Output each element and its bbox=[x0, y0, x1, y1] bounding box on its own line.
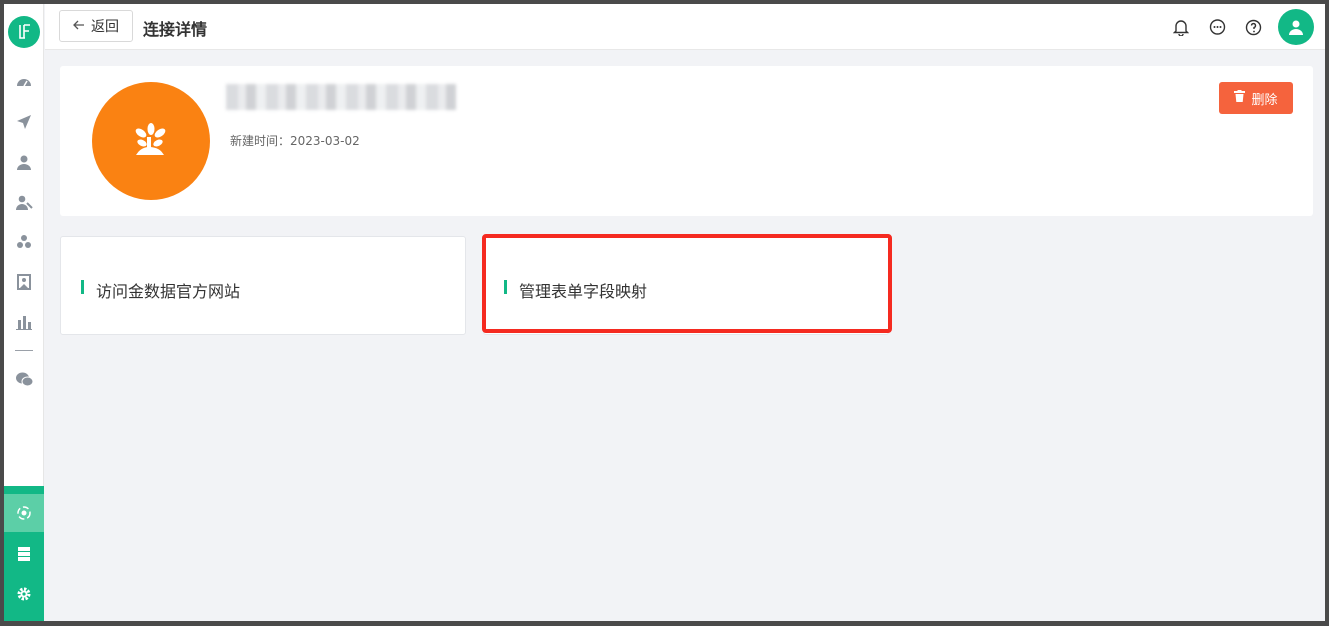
groups-icon[interactable] bbox=[4, 227, 44, 257]
visit-website-card[interactable]: 访问金数据官方网站 bbox=[60, 236, 466, 335]
sidebar-bottom bbox=[4, 486, 44, 621]
card-accent-bar bbox=[81, 280, 84, 294]
page-title: 连接详情 bbox=[143, 20, 208, 39]
field-mapping-label: 管理表单字段映射 bbox=[519, 282, 648, 301]
sidebar-divider bbox=[15, 350, 33, 351]
back-button[interactable]: 返回 bbox=[59, 10, 133, 42]
visit-website-label: 访问金数据官方网站 bbox=[96, 282, 241, 301]
card-accent-bar bbox=[504, 280, 507, 294]
arrow-left-icon bbox=[73, 18, 85, 34]
help-icon[interactable] bbox=[1242, 16, 1264, 38]
bar-chart-icon[interactable] bbox=[4, 307, 44, 337]
trash-icon bbox=[1234, 90, 1246, 106]
lf-logo-icon[interactable] bbox=[8, 16, 40, 48]
top-header: 返回 连接详情 bbox=[45, 4, 1325, 50]
connection-icon[interactable] bbox=[4, 494, 44, 532]
tree-icon bbox=[92, 82, 210, 200]
field-mapping-card[interactable]: 管理表单字段映射 bbox=[483, 236, 889, 335]
delete-button[interactable]: 删除 bbox=[1219, 82, 1293, 114]
message-icon[interactable] bbox=[1206, 16, 1228, 38]
sidebar bbox=[4, 4, 44, 621]
send-icon[interactable] bbox=[4, 107, 44, 137]
connection-info-card: 新建时间：2023-03-02 删除 bbox=[60, 66, 1313, 216]
delete-label: 删除 bbox=[1251, 92, 1278, 108]
created-time: 新建时间：2023-03-02 bbox=[230, 134, 360, 148]
connection-name-blurred bbox=[226, 84, 456, 110]
back-label: 返回 bbox=[91, 19, 119, 35]
settings-icon[interactable] bbox=[4, 579, 44, 609]
user-icon[interactable] bbox=[4, 147, 44, 177]
app-window: 返回 连接详情 新建时间：2023-03-02 删除 访问金数据官方网站 管理表… bbox=[4, 4, 1325, 621]
users-icon[interactable] bbox=[4, 187, 44, 217]
badge-icon[interactable] bbox=[4, 267, 44, 297]
wechat-icon[interactable] bbox=[4, 364, 44, 394]
dashboard-icon[interactable] bbox=[4, 67, 44, 97]
bell-icon[interactable] bbox=[1170, 16, 1192, 38]
database-icon[interactable] bbox=[4, 539, 44, 569]
user-avatar-icon[interactable] bbox=[1278, 9, 1314, 45]
